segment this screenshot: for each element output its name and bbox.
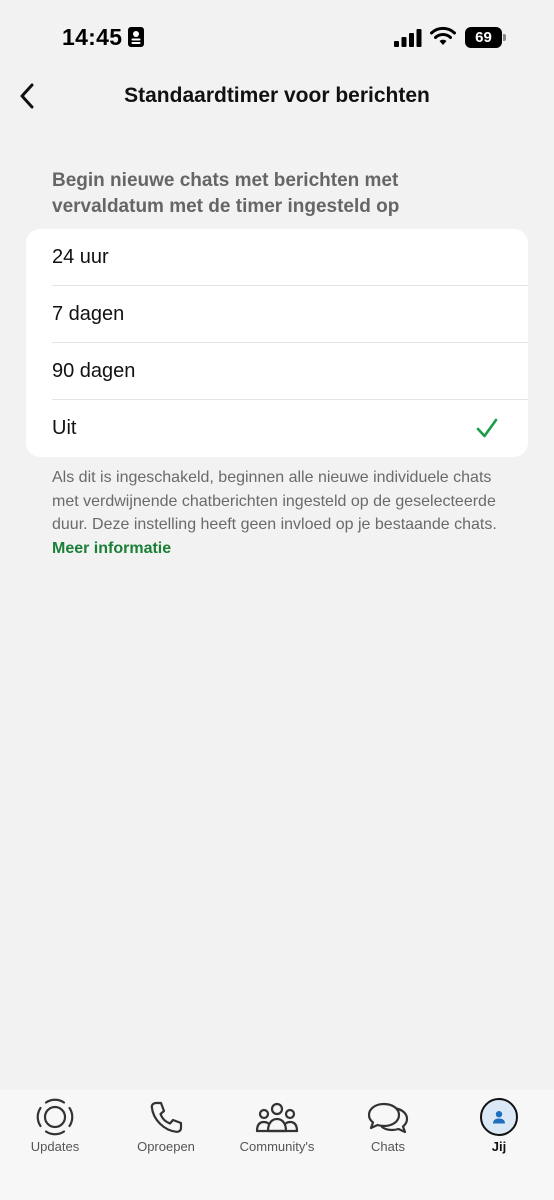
page-title: Standaardtimer voor berichten xyxy=(124,84,430,107)
id-card-icon xyxy=(128,27,144,52)
checkmark-icon xyxy=(476,417,498,445)
timer-options-list: 24 uur 7 dagen 90 dagen Uit xyxy=(26,229,528,457)
tab-label: Oproepen xyxy=(137,1139,195,1154)
cellular-signal-icon xyxy=(394,29,422,52)
tab-label: Chats xyxy=(371,1139,405,1154)
wifi-icon xyxy=(430,26,456,51)
battery-nub xyxy=(503,34,506,41)
status-bar: 14:45 69 xyxy=(0,0,554,76)
tab-label: Jij xyxy=(491,1139,507,1154)
option-label: 24 uur xyxy=(52,246,109,268)
option-24-uur[interactable]: 24 uur xyxy=(26,229,528,286)
tab-jij[interactable]: Jij xyxy=(444,1090,554,1160)
option-label: 7 dagen xyxy=(52,303,125,325)
avatar-icon[interactable] xyxy=(444,1098,554,1136)
footer-text: Als dit is ingeschakeld, beginnen alle n… xyxy=(52,469,497,533)
status-time: 14:45 xyxy=(62,24,123,50)
tab-label: Community's xyxy=(239,1139,315,1154)
updates-icon[interactable] xyxy=(0,1098,110,1136)
option-7-dagen[interactable]: 7 dagen xyxy=(26,286,528,343)
tab-updates[interactable]: Updates xyxy=(0,1090,110,1160)
battery-level: 69 xyxy=(465,27,502,48)
tab-chats[interactable]: Chats xyxy=(333,1090,443,1160)
community-icon[interactable] xyxy=(222,1098,332,1136)
screen: 14:45 69 Standaardtimer voor berichten B… xyxy=(0,0,554,1200)
option-label: Uit xyxy=(52,417,77,439)
tab-communities[interactable]: Community's xyxy=(222,1090,332,1160)
footer-note: Als dit is ingeschakeld, beginnen alle n… xyxy=(52,466,512,560)
section-header: Begin nieuwe chats met berichten met ver… xyxy=(52,170,400,217)
option-uit[interactable]: Uit xyxy=(26,400,528,457)
tab-oproepen[interactable]: Oproepen xyxy=(111,1090,221,1160)
tab-bar: Updates Oproepen Community's Chats Jij xyxy=(0,1090,554,1200)
battery-indicator: 69 xyxy=(465,27,506,48)
avatar[interactable] xyxy=(480,1098,518,1136)
option-90-dagen[interactable]: 90 dagen xyxy=(26,343,528,400)
tab-label: Updates xyxy=(30,1139,80,1154)
chats-icon[interactable] xyxy=(333,1098,443,1136)
option-label: 90 dagen xyxy=(52,360,136,382)
more-info-link[interactable]: Meer informatie xyxy=(52,540,171,557)
phone-icon[interactable] xyxy=(111,1098,221,1136)
